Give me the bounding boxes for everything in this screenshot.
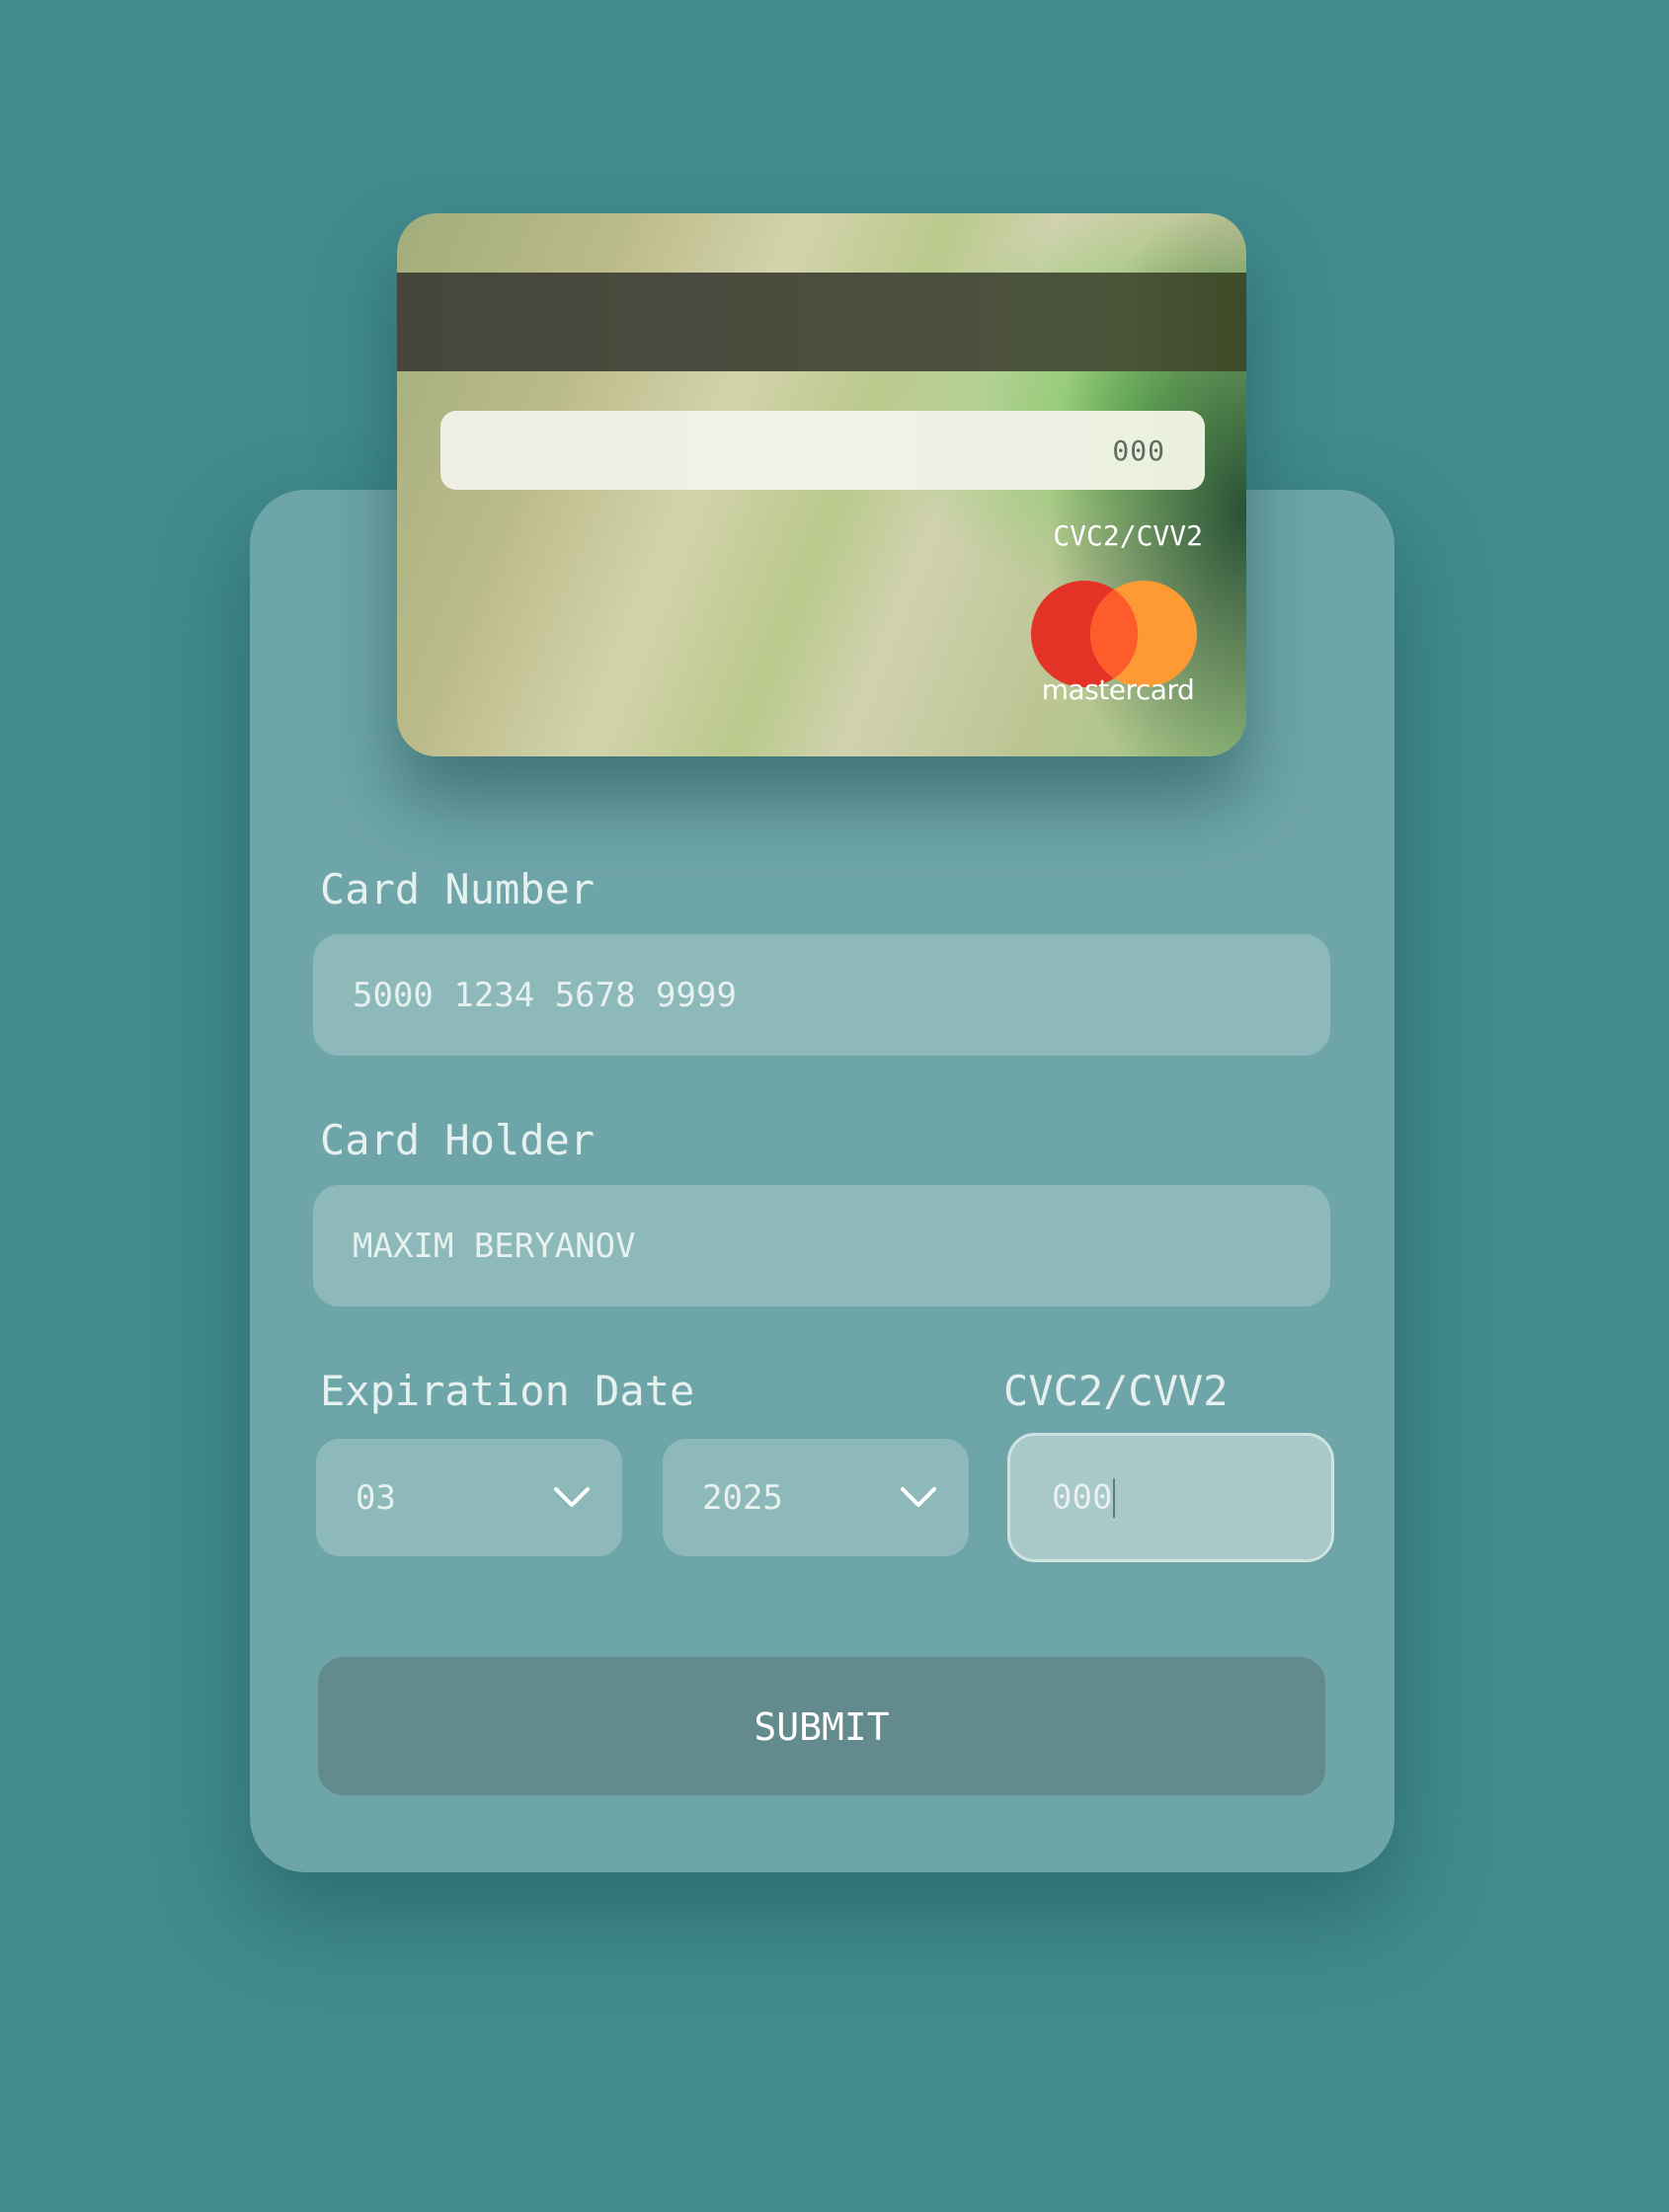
submit-button[interactable]: SUBMIT [318, 1657, 1325, 1795]
expiration-year-value: 2025 [702, 1477, 783, 1518]
cvc-value: 000 [1052, 1476, 1113, 1517]
chevron-down-icon [553, 1486, 591, 1510]
expiration-date-label: Expiration Date [320, 1367, 695, 1415]
cvc-input-text: 000 [1052, 1476, 1116, 1519]
card-holder-input[interactable]: MAXIM BERYANOV [313, 1185, 1330, 1306]
card-holder-label: Card Holder [320, 1116, 596, 1164]
card-cvc-value: 000 [1112, 434, 1165, 467]
card-cvc-label: CVC2/CVV2 [1053, 519, 1203, 552]
card-number-input[interactable]: 5000 1234 5678 9999 [313, 934, 1330, 1056]
expiration-month-value: 03 [356, 1477, 396, 1518]
text-caret [1113, 1478, 1116, 1519]
credit-card-preview: 000 CVC2/CVV2 mastercard [397, 213, 1246, 756]
mastercard-logo-icon: mastercard [1029, 579, 1207, 727]
signature-strip: 000 [440, 411, 1205, 490]
expiration-year-select[interactable]: 2025 [663, 1439, 969, 1556]
mastercard-wordmark: mastercard [1041, 673, 1195, 706]
card-number-value: 5000 1234 5678 9999 [353, 975, 737, 1015]
cvc-label: CVC2/CVV2 [1003, 1367, 1229, 1415]
magnetic-stripe [397, 273, 1246, 371]
card-number-label: Card Number [320, 865, 596, 913]
card-holder-value: MAXIM BERYANOV [353, 1225, 636, 1266]
cvc-input[interactable]: 000 [1007, 1433, 1334, 1562]
chevron-down-icon [900, 1486, 937, 1510]
expiration-month-select[interactable]: 03 [316, 1439, 622, 1556]
